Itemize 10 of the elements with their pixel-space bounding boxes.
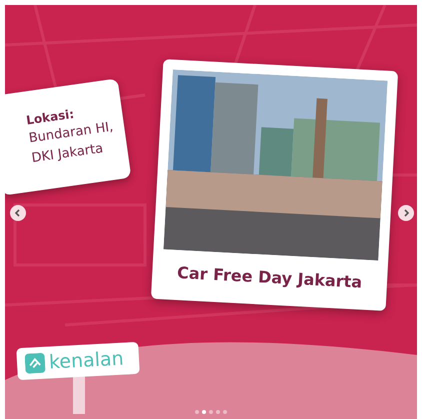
page-dot[interactable] — [202, 410, 206, 414]
page-dot[interactable] — [209, 410, 213, 414]
logo-icon — [24, 352, 46, 374]
photo-caption: Car Free Day Jakarta — [176, 262, 364, 292]
logo-text: kenalan — [48, 348, 124, 374]
sign-post — [73, 374, 85, 414]
location-label: Lokasi: — [25, 106, 75, 128]
page-dot[interactable] — [216, 410, 220, 414]
page-dot[interactable] — [195, 410, 199, 414]
page-dot[interactable] — [223, 410, 227, 414]
